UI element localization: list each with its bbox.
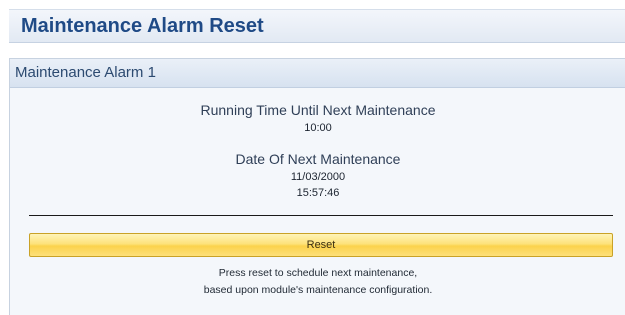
panel-title: Maintenance Alarm 1 [15, 64, 156, 81]
running-time-value: 10:00 [304, 122, 332, 134]
next-maintenance-date-value: 11/03/2000 [290, 171, 346, 183]
maintenance-alarm-reset-page: Maintenance Alarm Reset Maintenance Alar… [0, 0, 625, 315]
next-maintenance-date-label: Date Of Next Maintenance [235, 151, 401, 167]
next-maintenance-time-value: 15:57:46 [296, 187, 340, 199]
help-text-line-2: based upon module's maintenance configur… [203, 284, 433, 296]
page-header: Maintenance Alarm Reset [9, 9, 625, 43]
reset-button[interactable]: Reset [29, 233, 613, 257]
divider [29, 215, 613, 216]
page-title: Maintenance Alarm Reset [21, 15, 264, 37]
help-text-line-1: Press reset to schedule next maintenance… [218, 267, 418, 279]
running-time-label: Running Time Until Next Maintenance [200, 102, 436, 118]
maintenance-alarm-panel: Maintenance Alarm 1 Running Time Until N… [9, 58, 625, 315]
panel-header: Maintenance Alarm 1 [10, 59, 625, 88]
